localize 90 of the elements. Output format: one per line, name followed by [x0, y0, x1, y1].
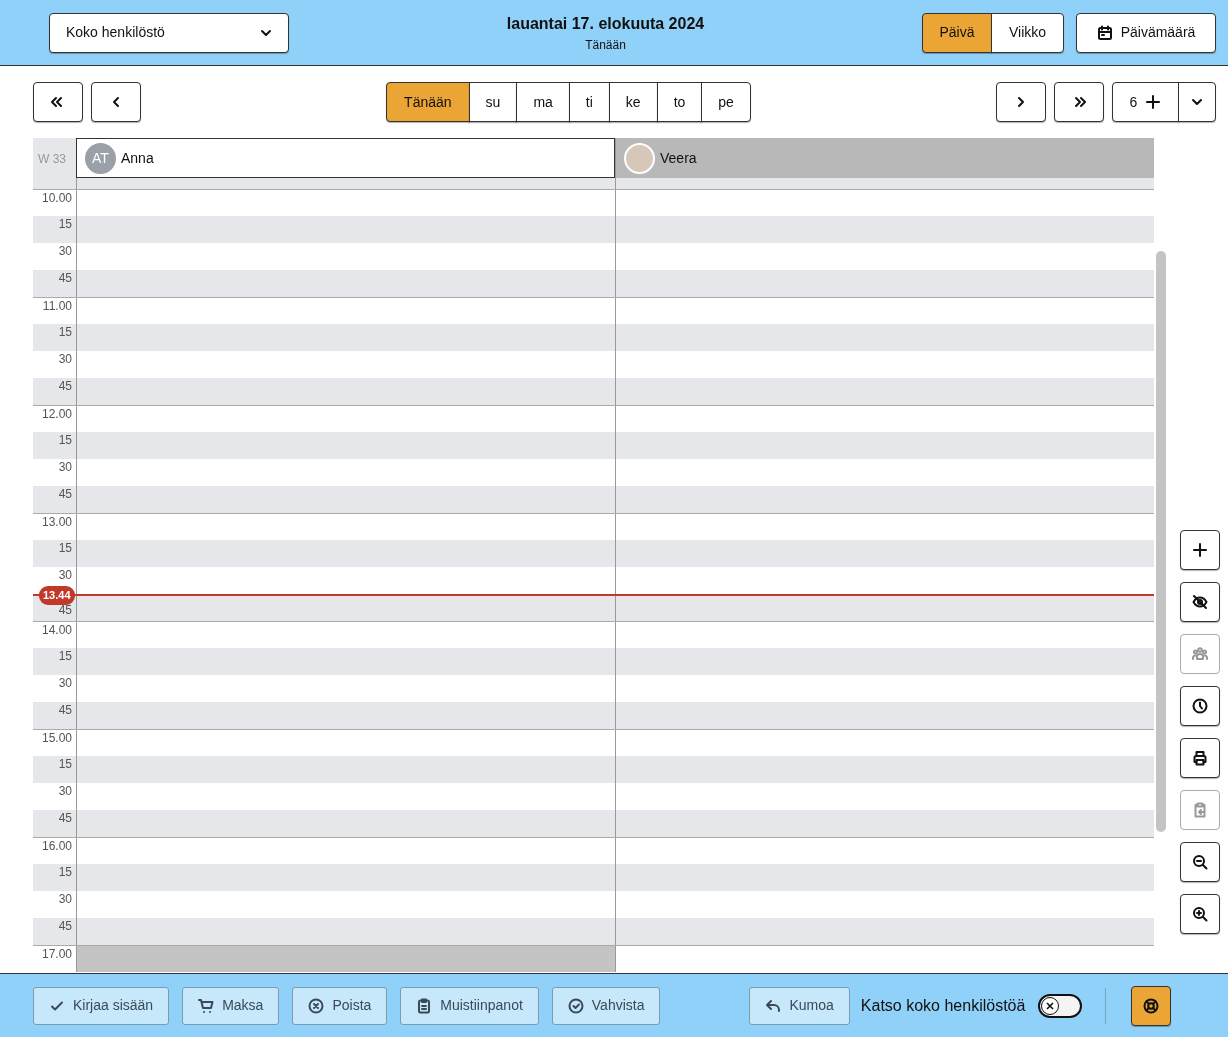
help-button[interactable]: [1131, 985, 1172, 1026]
next-button[interactable]: [996, 82, 1046, 122]
time-label: 45: [58, 379, 72, 393]
zoom-in-button[interactable]: [1180, 894, 1220, 934]
clipboard-arrow-icon: [1192, 802, 1208, 818]
time-label: 13.00: [41, 515, 72, 529]
hide-button[interactable]: [1180, 582, 1220, 622]
x-circle-icon: [308, 997, 325, 1014]
toggle-switch[interactable]: [1038, 993, 1083, 1018]
print-button[interactable]: [1180, 738, 1220, 778]
column-count-button[interactable]: 6: [1112, 82, 1179, 122]
pay-button[interactable]: Maksa: [182, 986, 280, 1025]
day-tab[interactable]: su: [468, 82, 518, 122]
time-label: 15: [58, 325, 72, 339]
current-time-badge: 13.44: [39, 586, 75, 605]
staff-dropdown[interactable]: Koko henkilöstö: [49, 12, 289, 53]
time-label: 15: [58, 649, 72, 663]
time-label: 11.00: [42, 299, 72, 313]
calendar-icon: [1096, 24, 1113, 41]
time-label: 30: [58, 460, 72, 474]
check-in-button[interactable]: Kirjaa sisään: [33, 986, 170, 1025]
avatar: [624, 142, 655, 174]
day-tab[interactable]: ma: [516, 82, 570, 122]
staff-name: Veera: [660, 148, 697, 168]
undo-button[interactable]: Kumoa: [749, 986, 850, 1025]
time-label: 17.00: [41, 947, 72, 961]
time-label: 15: [58, 541, 72, 555]
view-tab[interactable]: Päivä: [922, 12, 992, 53]
eye-slash-icon: [1192, 594, 1208, 610]
avatar: AT: [85, 142, 116, 174]
undo-arrow-icon: [765, 997, 782, 1014]
lifebuoy-icon: [1143, 997, 1160, 1014]
time-label: 10.00: [41, 191, 72, 205]
time-label: 30: [58, 784, 72, 798]
plus-icon: [1192, 542, 1208, 558]
view-tab[interactable]: Viikko: [991, 12, 1064, 53]
date-title: lauantai 17. elokuuta 2024: [505, 13, 706, 34]
day-tab[interactable]: Tänään: [386, 82, 470, 122]
clipboard-icon: [416, 997, 433, 1014]
delete-button[interactable]: Poista: [292, 986, 388, 1025]
add-button[interactable]: [1180, 530, 1220, 570]
time-label: 14.00: [41, 623, 72, 637]
time-label: 45: [58, 271, 72, 285]
staff-header[interactable]: AT Anna: [76, 138, 615, 178]
time-label: 30: [58, 892, 72, 906]
first-button[interactable]: [33, 82, 83, 122]
staff-name: Anna: [121, 148, 154, 168]
day-tab[interactable]: to: [656, 82, 703, 122]
time-label: 45: [58, 919, 72, 933]
notes-button[interactable]: Muistiinpanot: [400, 986, 539, 1025]
zoom-out-icon: [1192, 854, 1208, 870]
blocked-slot[interactable]: [76, 946, 615, 972]
time-label: 45: [58, 487, 72, 501]
date-button[interactable]: Päivämäärä: [1076, 12, 1216, 53]
day-tab[interactable]: ke: [608, 82, 658, 122]
plus-icon: [1145, 94, 1162, 110]
staff-header[interactable]: Veera: [615, 138, 1154, 178]
day-tab[interactable]: pe: [701, 82, 751, 122]
time-label: 45: [58, 703, 72, 717]
time-label: 16.00: [41, 839, 72, 853]
clock-icon: [1192, 698, 1208, 714]
time-label: 45: [58, 811, 72, 825]
last-button[interactable]: [1054, 82, 1104, 122]
time-label: 30: [58, 568, 72, 582]
dropdown-button[interactable]: [1178, 82, 1216, 122]
time-label: 15: [58, 865, 72, 879]
time-label: 45: [58, 603, 72, 617]
time-label: 30: [58, 352, 72, 366]
date-subtitle: Tänään: [584, 36, 627, 54]
clock-button[interactable]: [1180, 686, 1220, 726]
zoom-in-icon: [1192, 906, 1208, 922]
toggle-label: Katso koko henkilöstöä: [860, 995, 1026, 1016]
x-icon: [1046, 1001, 1055, 1010]
zoom-out-button[interactable]: [1180, 842, 1220, 882]
people-icon: [1192, 646, 1208, 662]
time-label: 15: [58, 433, 72, 447]
confirm-button[interactable]: Vahvista: [551, 986, 661, 1025]
cart-icon: [198, 997, 215, 1014]
time-label: 30: [58, 244, 72, 258]
check-circle-icon: [567, 997, 584, 1014]
time-label: 15: [58, 217, 72, 231]
printer-icon: [1192, 750, 1208, 766]
day-tab[interactable]: ti: [568, 82, 610, 122]
time-label: 12.00: [41, 407, 72, 421]
previous-button[interactable]: [91, 82, 141, 122]
week-number: W 33: [37, 151, 67, 168]
time-label: 30: [58, 676, 72, 690]
time-label: 15: [58, 757, 72, 771]
scrollbar[interactable]: [1156, 251, 1166, 832]
time-label: 15.00: [41, 731, 72, 745]
